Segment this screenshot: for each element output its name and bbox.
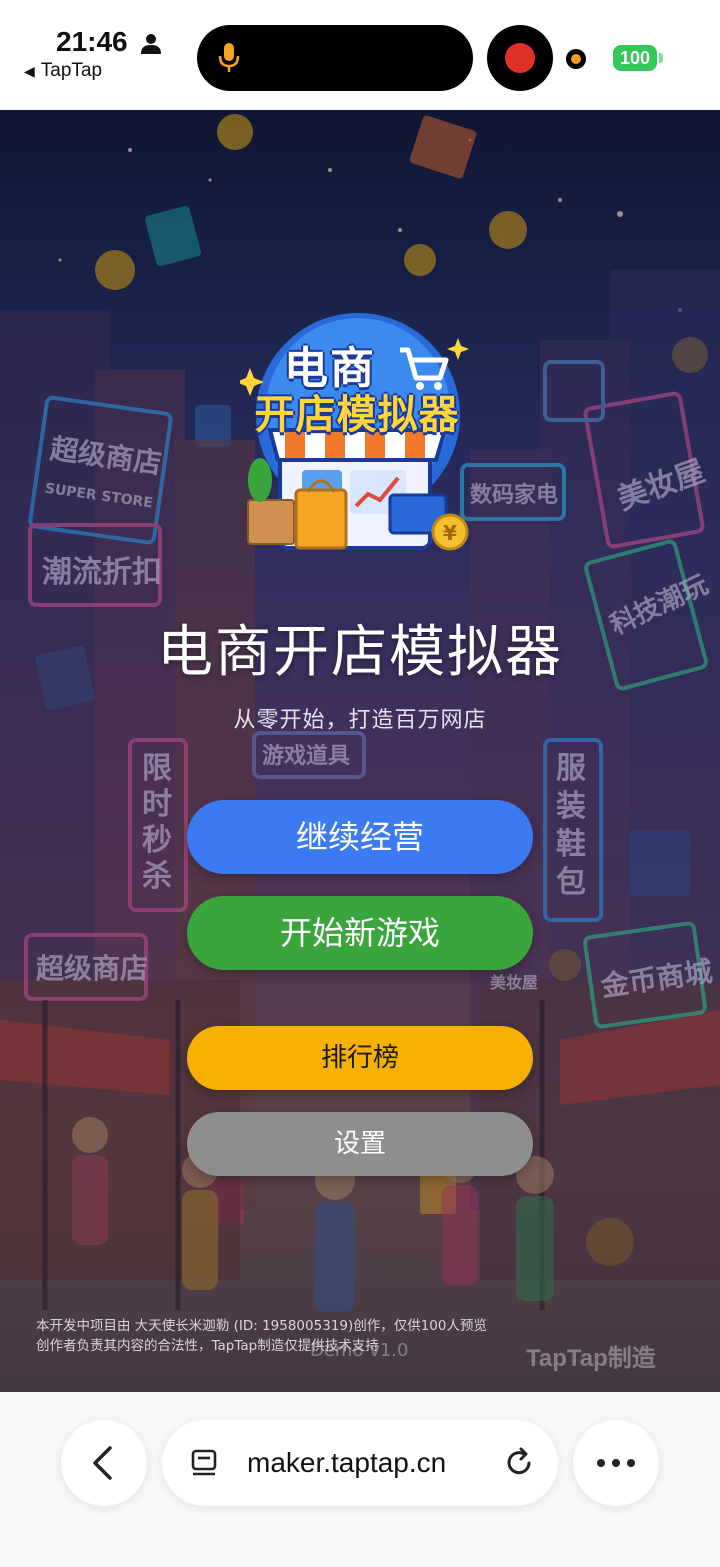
game-logo: ¥ 电商 开店模拟器 (240, 310, 480, 560)
game-title: 电商开店模拟器 (157, 620, 563, 685)
browser-toolbar: maker.taptap.cn (0, 1392, 720, 1567)
reload-icon[interactable] (502, 1446, 536, 1480)
back-triangle-icon: ◀ (24, 63, 35, 79)
person-icon (141, 34, 161, 54)
dynamic-island (197, 25, 473, 91)
leaderboard-button[interactable]: 排行榜 (187, 1026, 533, 1090)
overlay-dim (0, 110, 720, 1392)
url-text: maker.taptap.cn (247, 1447, 447, 1478)
record-icon (505, 43, 535, 73)
more-icon (597, 1459, 635, 1467)
game-subtitle: 从零开始，打造百万网店 (233, 708, 487, 733)
logo-text-line2: 开店模拟器 (254, 392, 460, 438)
mic-in-use-indicator (566, 49, 586, 69)
back-app-label: TapTap (40, 60, 103, 81)
game-canvas[interactable]: 超级商店 SUPER STORE 潮流折扣 数码家电 美妆屋 科技潮玩 游戏道具… (0, 110, 720, 1392)
screen-record-indicator[interactable] (487, 25, 553, 91)
mic-icon (218, 43, 240, 72)
status-bar: 21:46 ◀ TapTap 100 (0, 0, 720, 110)
reader-icon (191, 1449, 217, 1476)
battery-icon: 100 (613, 45, 657, 71)
disclaimer-line2: 创作者负责其内容的合法性，TapTap制造仅提供技术支持 (36, 1338, 379, 1354)
status-time: 21:46 (56, 26, 128, 57)
battery-nub (659, 53, 663, 63)
settings-button[interactable]: 设置 (187, 1112, 533, 1176)
continue-button[interactable]: 继续经营 (187, 800, 533, 874)
more-options-button[interactable] (573, 1420, 659, 1506)
svg-text:¥: ¥ (443, 521, 457, 545)
browser-back-button[interactable] (61, 1420, 147, 1506)
back-to-app-link[interactable]: ◀ TapTap (24, 60, 102, 82)
address-bar[interactable]: maker.taptap.cn (162, 1420, 558, 1506)
disclaimer-line1: 本开发中项目由 大天使长米迦勒 (ID: 1958005319)创作，仅供100… (36, 1318, 487, 1334)
taptap-watermark: TapTap制造 (526, 1345, 656, 1372)
new-game-button[interactable]: 开始新游戏 (187, 896, 533, 970)
disclaimer-text: 本开发中项目由 大天使长米迦勒 (ID: 1958005319)创作，仅供100… (36, 1316, 487, 1356)
back-chevron-icon (93, 1446, 112, 1480)
